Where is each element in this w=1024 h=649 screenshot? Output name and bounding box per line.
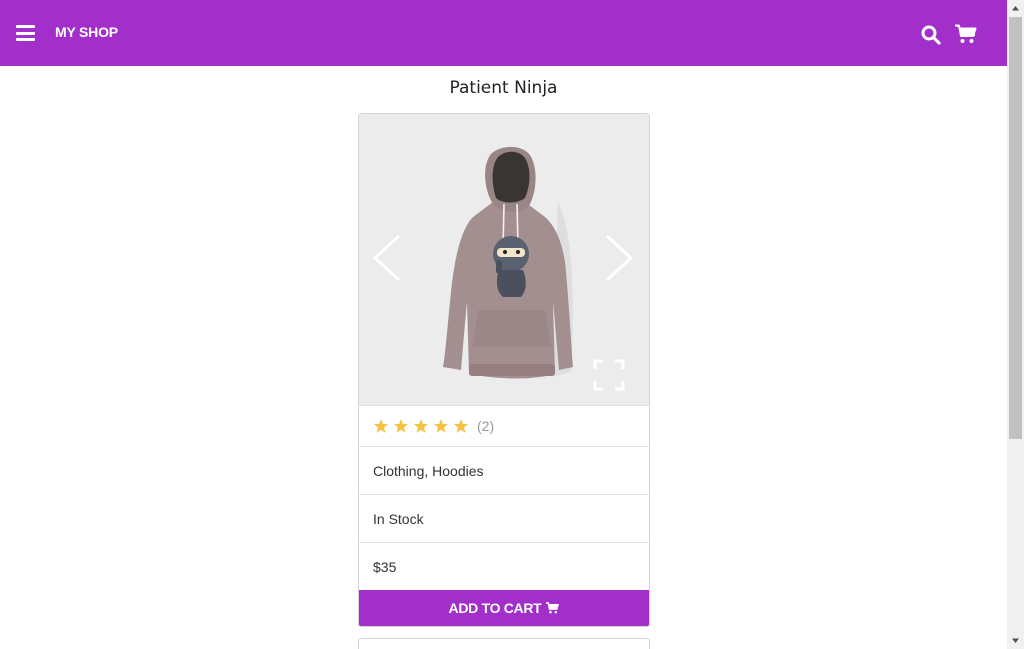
app-header: MY SHOP <box>0 0 1007 66</box>
star-icon <box>434 419 448 433</box>
rating-stars <box>373 418 469 434</box>
product-price: $35 <box>359 542 649 590</box>
scrollbar-thumb[interactable] <box>1009 17 1022 439</box>
page: MY SHOP Patient Ninja (2) Clothing, Hood… <box>0 0 1007 649</box>
shopping-cart-icon[interactable] <box>955 24 977 44</box>
product-categories[interactable]: Clothing, Hoodies <box>359 446 649 494</box>
product-title: Patient Ninja <box>449 78 558 98</box>
star-icon <box>374 419 388 433</box>
add-to-cart-button[interactable]: ADD TO CART <box>359 590 649 626</box>
previous-image-arrow-icon[interactable] <box>371 234 403 282</box>
next-product-card <box>358 638 650 649</box>
fullscreen-expand-icon[interactable] <box>593 359 625 391</box>
star-icon <box>454 419 468 433</box>
search-icon[interactable] <box>921 25 941 45</box>
cart-icon <box>546 602 560 614</box>
vertical-scrollbar[interactable] <box>1007 0 1024 649</box>
star-icon <box>394 419 408 433</box>
product-card: (2) Clothing, Hoodies In Stock $35 ADD T… <box>358 113 650 627</box>
next-image-arrow-icon[interactable] <box>603 234 635 282</box>
scroll-up-arrow-icon[interactable] <box>1007 0 1024 17</box>
shop-brand-link[interactable]: MY SHOP <box>55 24 118 40</box>
scroll-down-arrow-icon[interactable] <box>1007 632 1024 649</box>
hamburger-menu-icon[interactable] <box>16 25 35 41</box>
product-rating: (2) <box>359 405 649 446</box>
product-image-gallery <box>359 114 649 405</box>
stock-status: In Stock <box>359 494 649 542</box>
star-icon <box>414 419 428 433</box>
rating-count[interactable]: (2) <box>477 418 494 434</box>
product-image[interactable] <box>433 142 583 382</box>
add-to-cart-label: ADD TO CART <box>448 600 542 616</box>
